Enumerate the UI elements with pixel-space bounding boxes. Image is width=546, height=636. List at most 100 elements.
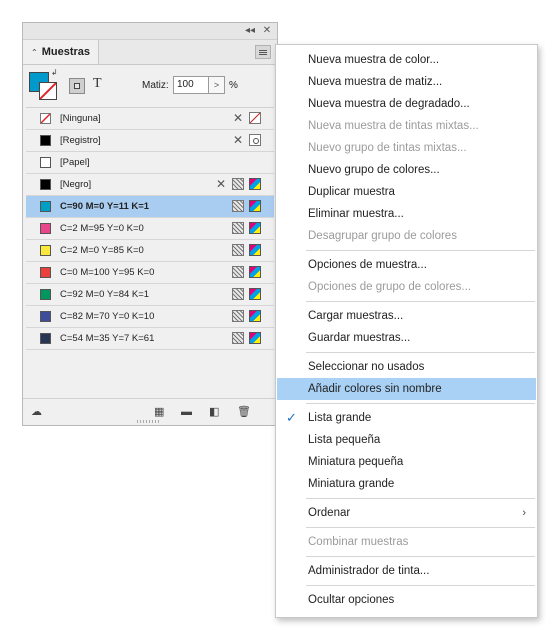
menu-separator: [306, 301, 535, 302]
menu-item-large-list[interactable]: ✓ Lista grande: [277, 407, 536, 429]
cmyk-mode-icon: [249, 266, 261, 278]
swatch-label: C=82 M=70 Y=0 K=10: [60, 311, 155, 322]
swatch-row[interactable]: C=2 M=0 Y=85 K=0: [26, 240, 274, 262]
swatch-label: C=90 M=0 Y=11 K=1: [60, 201, 150, 212]
menu-item-merge-swatches: Combinar muestras: [308, 536, 409, 548]
tint-stepper-button[interactable]: >: [209, 76, 225, 94]
swatch-chip: [40, 157, 51, 168]
panel-menu-button[interactable]: [255, 45, 271, 59]
menu-item-label: Ordenar: [308, 507, 351, 519]
menu-item-label: Lista grande: [308, 412, 372, 424]
swatch-row[interactable]: C=0 M=100 Y=95 K=0: [26, 262, 274, 284]
submenu-chevron-right-icon: ›: [522, 507, 526, 519]
menu-item-add-unnamed-colors[interactable]: Añadir colores sin nombre: [277, 378, 536, 400]
swatch-chip: [40, 245, 51, 256]
process-color-icon: [232, 266, 244, 278]
cmyk-mode-icon: [249, 178, 261, 190]
menu-item-duplicate-swatch[interactable]: Duplicar muestra: [277, 181, 536, 203]
swatch-chip: [40, 311, 51, 322]
swatch-label: C=2 M=95 Y=0 K=0: [60, 223, 144, 234]
swatch-label: C=2 M=0 Y=85 K=0: [60, 245, 144, 256]
menu-item-save-swatches[interactable]: Guardar muestras...: [277, 327, 536, 349]
menu-item-small-list[interactable]: Lista pequeña: [277, 429, 536, 451]
swatch-label: C=92 M=0 Y=84 K=1: [60, 289, 150, 300]
menu-separator: [306, 352, 535, 353]
menu-item-new-color-group[interactable]: Nuevo grupo de colores...: [277, 159, 536, 181]
formatting-text-button[interactable]: T: [93, 76, 102, 92]
menu-item-large-thumbnail[interactable]: Miniatura grande: [277, 473, 536, 495]
menu-item-new-gradient-swatch[interactable]: Nueva muestra de degradado...: [277, 93, 536, 115]
swatch-row-none[interactable]: [Ninguna] ✕: [26, 108, 274, 130]
none-type-icon: [249, 112, 261, 124]
process-color-icon: [232, 244, 244, 256]
trash-icon[interactable]: 🗑: [237, 406, 251, 418]
swatch-label: [Papel]: [60, 157, 90, 168]
menu-item-ink-manager[interactable]: Administrador de tinta...: [277, 560, 536, 582]
panel-title-bar: ◂◂ ✕: [23, 23, 277, 40]
menu-item-new-mixed-ink-swatch: Nueva muestra de tintas mixtas...: [308, 120, 479, 132]
swatch-row-paper[interactable]: [Papel]: [26, 152, 274, 174]
swatch-row-registration[interactable]: [Registro] ✕: [26, 130, 274, 152]
menu-item-select-unused[interactable]: Seleccionar no usados: [277, 356, 536, 378]
swatch-controls: ↲ T Matiz: 100 > %: [23, 65, 277, 105]
menu-item-new-color-swatch[interactable]: Nueva muestra de color...: [277, 49, 536, 71]
menu-separator: [306, 556, 535, 557]
non-editable-icon: ✕: [232, 133, 244, 147]
swatch-chip: [40, 135, 51, 146]
swatch-chip: [40, 223, 51, 234]
swatch-label: [Registro]: [60, 135, 101, 146]
non-editable-icon: ✕: [232, 111, 244, 125]
new-color-group-icon[interactable]: ▬: [181, 406, 192, 418]
menu-separator: [306, 498, 535, 499]
collapse-panel-icon[interactable]: ◂◂: [243, 24, 257, 37]
process-color-icon: [232, 222, 244, 234]
menu-item-delete-swatch[interactable]: Eliminar muestra...: [277, 203, 536, 225]
swatch-row[interactable]: C=82 M=70 Y=0 K=10: [26, 306, 274, 328]
menu-item-new-mixed-ink-group: Nuevo grupo de tintas mixtas...: [308, 142, 467, 154]
process-color-icon: [232, 288, 244, 300]
swatches-panel: ◂◂ ✕ ⌃ Muestras ↲ T Matiz: 100 > % [Ning…: [22, 22, 278, 426]
panel-bottom-toolbar: ☁ ▦ ▬ ◧ 🗑: [23, 398, 277, 425]
checkmark-icon: ✓: [286, 410, 297, 425]
swatch-row-selected[interactable]: C=90 M=0 Y=11 K=1: [26, 196, 274, 218]
menu-item-small-thumbnail[interactable]: Miniatura pequeña: [277, 451, 536, 473]
fill-stroke-widget: ↲: [29, 68, 59, 102]
tint-percent-unit: %: [229, 80, 238, 91]
swatch-chip: [40, 113, 51, 124]
show-swatch-types-icon[interactable]: ▦: [154, 406, 164, 418]
swap-fill-stroke-icon[interactable]: ↲: [51, 68, 58, 77]
swatch-chip: [40, 179, 51, 190]
cc-libraries-icon[interactable]: ☁: [31, 406, 42, 418]
new-swatch-icon[interactable]: ◧: [209, 406, 219, 418]
resize-grip[interactable]: [137, 420, 159, 423]
tint-input[interactable]: 100: [173, 76, 209, 94]
swatch-chip: [40, 333, 51, 344]
process-color-icon: [232, 200, 244, 212]
swatch-chip: [40, 201, 51, 212]
swatch-list: [Ninguna] ✕ [Registro] ✕ [Papel] [Negro]…: [26, 107, 274, 350]
swatch-row[interactable]: C=92 M=0 Y=84 K=1: [26, 284, 274, 306]
cmyk-mode-icon: [249, 288, 261, 300]
process-color-icon: [232, 310, 244, 322]
menu-item-swatch-options[interactable]: Opciones de muestra...: [277, 254, 536, 276]
tab-swatches-label: Muestras: [41, 46, 90, 58]
menu-separator: [306, 250, 535, 251]
swatch-row[interactable]: C=54 M=35 Y=7 K=61: [26, 328, 274, 350]
cmyk-mode-icon: [249, 310, 261, 322]
formatting-container-button[interactable]: [69, 78, 85, 94]
menu-item-new-tint-swatch[interactable]: Nueva muestra de matiz...: [277, 71, 536, 93]
swatch-label: [Negro]: [60, 179, 92, 190]
menu-separator: [306, 527, 535, 528]
swatch-label: C=0 M=100 Y=95 K=0: [60, 267, 155, 278]
cmyk-mode-icon: [249, 244, 261, 256]
close-panel-icon[interactable]: ✕: [260, 24, 274, 37]
tab-swatches[interactable]: ⌃ Muestras: [23, 40, 99, 64]
stroke-color-swatch[interactable]: [39, 82, 57, 100]
process-color-icon: [232, 332, 244, 344]
swatch-chip: [40, 267, 51, 278]
menu-item-hide-options[interactable]: Ocultar opciones: [277, 589, 536, 611]
menu-item-sort[interactable]: Ordenar ›: [277, 502, 536, 524]
swatch-row[interactable]: C=2 M=95 Y=0 K=0: [26, 218, 274, 240]
swatch-row-black[interactable]: [Negro] ✕: [26, 174, 274, 196]
menu-item-load-swatches[interactable]: Cargar muestras...: [277, 305, 536, 327]
